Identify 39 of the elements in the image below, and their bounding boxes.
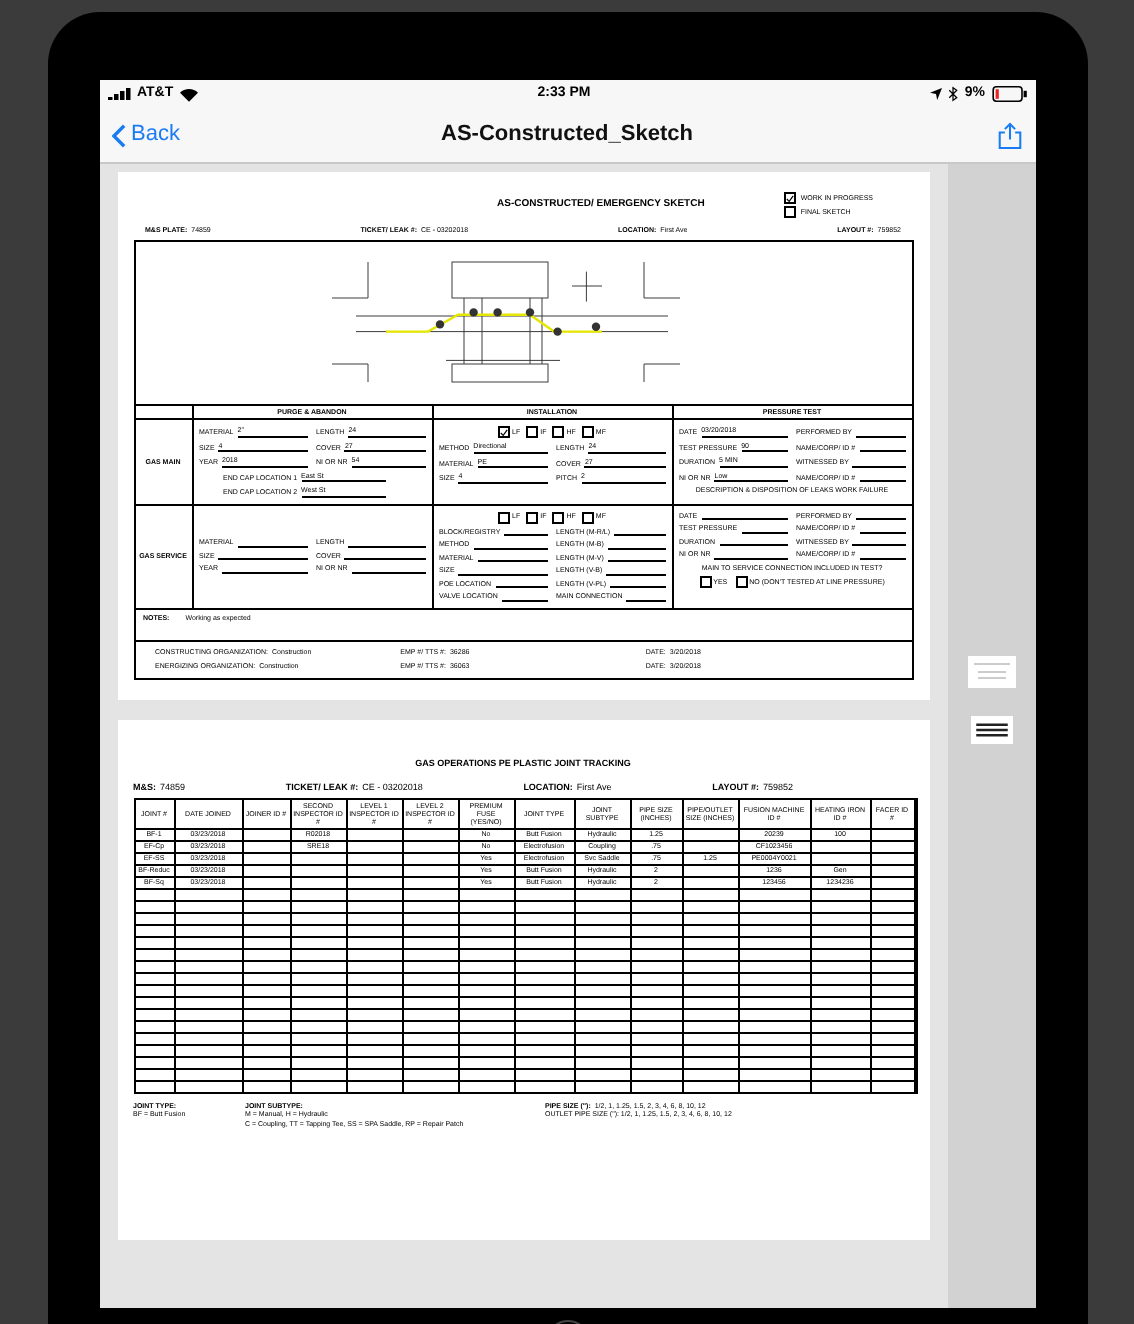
page-thumbnail[interactable] <box>967 656 1015 688</box>
document-title: AS-Constructed_Sketch <box>441 120 693 151</box>
bluetooth-icon <box>948 86 959 102</box>
fill-in-line[interactable] <box>614 528 665 536</box>
checkbox[interactable] <box>581 511 594 523</box>
fill-in-line[interactable] <box>477 554 548 562</box>
checkbox[interactable] <box>526 426 539 438</box>
chevron-left-icon <box>111 123 125 147</box>
fill-in-line[interactable] <box>495 580 548 588</box>
checkbox[interactable] <box>699 576 712 588</box>
share-icon[interactable] <box>998 121 1023 149</box>
checkbox[interactable] <box>784 206 797 218</box>
battery-icon <box>991 86 1027 102</box>
checkbox[interactable] <box>735 576 748 588</box>
fill-in-line[interactable] <box>701 512 788 520</box>
wifi-icon <box>179 87 198 101</box>
fill-in-line[interactable] <box>859 444 905 452</box>
checkbox[interactable] <box>581 426 594 438</box>
checkbox[interactable] <box>552 511 565 523</box>
checkbox[interactable] <box>784 192 797 204</box>
fill-in-line[interactable] <box>504 528 548 536</box>
fill-in-line[interactable] <box>607 554 665 562</box>
fill-in-line[interactable] <box>218 552 308 561</box>
signal-icon <box>107 88 131 100</box>
fill-in-line[interactable] <box>610 580 665 588</box>
checkbox[interactable] <box>498 511 511 523</box>
checkbox[interactable] <box>498 426 511 438</box>
check-icon <box>500 427 509 437</box>
page-thumbnail[interactable] <box>967 716 1015 744</box>
fill-in-line[interactable] <box>856 512 905 520</box>
fill-in-line[interactable] <box>852 538 905 546</box>
fill-in-line[interactable] <box>859 474 905 482</box>
check-icon <box>786 193 795 203</box>
fill-in-line[interactable] <box>344 552 425 561</box>
checkbox[interactable] <box>552 426 565 438</box>
location-arrow-icon <box>930 88 943 100</box>
checkbox[interactable] <box>526 511 539 523</box>
fill-in-line[interactable] <box>719 538 788 546</box>
back-button[interactable]: Back <box>111 118 271 152</box>
